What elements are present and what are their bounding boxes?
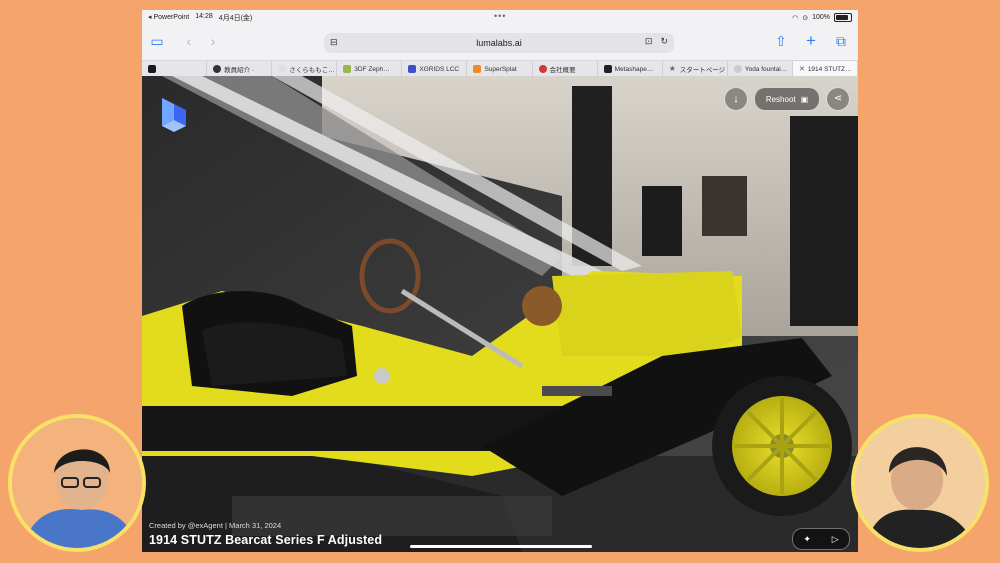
- close-tab-icon[interactable]: ✕: [799, 65, 805, 73]
- tab-favicon-icon: [733, 65, 742, 73]
- reload-icon[interactable]: ↻: [660, 36, 668, 47]
- new-tab-icon[interactable]: +: [802, 32, 820, 50]
- tab-favicon-icon: [603, 65, 612, 73]
- battery-percent: 100%: [812, 14, 830, 21]
- gaussian-splat-scene[interactable]: [142, 76, 858, 552]
- tab-favicon-icon: [213, 65, 222, 73]
- tab-favicon-icon: [343, 65, 352, 73]
- presenter-webcam-left: [8, 414, 146, 552]
- status-date: 4月4日(金): [218, 15, 253, 22]
- tab[interactable]: 教員紹介 ·: [207, 61, 273, 77]
- tab[interactable]: さくらももこ…: [272, 61, 338, 77]
- star-icon: ★: [668, 64, 676, 73]
- orientation-lock-icon: ⊙: [802, 14, 809, 22]
- browser-toolbar: ▭ ‹ › ⊟ lumalabs.ai ⊡ ↻ ⇧ + ⧉: [142, 24, 858, 60]
- camera-icon: ▣: [800, 94, 809, 104]
- ipad-screen: ◂ PowerPoint 14:28 4月4日(金) ••• ◠ ⊙ 100% …: [142, 10, 858, 552]
- tab[interactable]: 3DF Zeph…: [337, 61, 403, 77]
- tab[interactable]: Metashape…: [598, 61, 663, 77]
- share-button[interactable]: ⋖: [826, 87, 850, 111]
- address-bar[interactable]: ⊟ lumalabs.ai ⊡ ↻: [324, 33, 674, 53]
- tab-bar: 教員紹介 · さくらももこ… 3DF Zeph… XGRIDS LCC Supe…: [142, 60, 858, 77]
- tab-overview-icon[interactable]: ⧉: [832, 32, 850, 50]
- share-icon[interactable]: ⇧: [772, 32, 790, 50]
- presenter-avatar: [855, 418, 985, 548]
- tab-active[interactable]: ✕ 1914 STUTZ…: [792, 61, 858, 77]
- reshoot-button[interactable]: Reshoot ▣: [754, 87, 820, 111]
- luma-viewer[interactable]: ↓ Reshoot ▣ ⋖ Created by @exAgent | Marc…: [142, 76, 858, 552]
- reader-icon[interactable]: ⊡: [645, 36, 653, 47]
- creator-credit[interactable]: Created by @exAgent | March 31, 2024: [149, 521, 281, 530]
- wifi-icon: ◠: [792, 14, 799, 22]
- capture-title: 1914 STUTZ Bearcat Series F Adjusted: [149, 533, 383, 547]
- download-button[interactable]: ↓: [724, 87, 748, 111]
- page-menu-icon[interactable]: ⊟: [330, 37, 338, 48]
- sidebar-toggle-icon[interactable]: ▭: [148, 32, 166, 50]
- tab[interactable]: ★ スタートページ: [663, 61, 728, 77]
- battery-icon: [834, 13, 852, 22]
- home-indicator[interactable]: [410, 545, 592, 548]
- presenter-avatar: [12, 418, 142, 548]
- tab-favicon-icon: [148, 65, 156, 73]
- back-arrow-icon[interactable]: ‹: [180, 32, 198, 50]
- back-to-app-link[interactable]: ◂ PowerPoint: [148, 13, 189, 23]
- share-nodes-icon: ⋖: [833, 93, 843, 104]
- presenter-webcam-right: [851, 414, 989, 552]
- multitask-dots-icon[interactable]: •••: [494, 11, 506, 21]
- tab[interactable]: SuperSplat: [467, 61, 533, 77]
- tab[interactable]: XGRIDS LCC: [402, 61, 468, 77]
- tab-favicon-icon: [408, 65, 417, 73]
- tab-favicon-icon: [278, 65, 287, 73]
- status-bar: ◂ PowerPoint 14:28 4月4日(金) ••• ◠ ⊙ 100%: [142, 10, 858, 24]
- url-text: lumalabs.ai: [476, 38, 522, 48]
- tab-favicon-icon: [538, 65, 547, 73]
- download-icon: ↓: [733, 93, 739, 105]
- forward-arrow-icon[interactable]: ›: [204, 32, 222, 50]
- status-time: 14:28: [195, 13, 213, 20]
- playback-controls: ✦ ▷: [792, 528, 850, 550]
- tab[interactable]: [142, 61, 208, 77]
- tab[interactable]: 会社概要: [533, 61, 598, 77]
- gesture-mode-icon[interactable]: ✦: [803, 534, 811, 545]
- tab-favicon-icon: [473, 65, 482, 73]
- play-icon[interactable]: ▷: [832, 534, 839, 545]
- tab[interactable]: Yoda fountai…: [728, 61, 793, 77]
